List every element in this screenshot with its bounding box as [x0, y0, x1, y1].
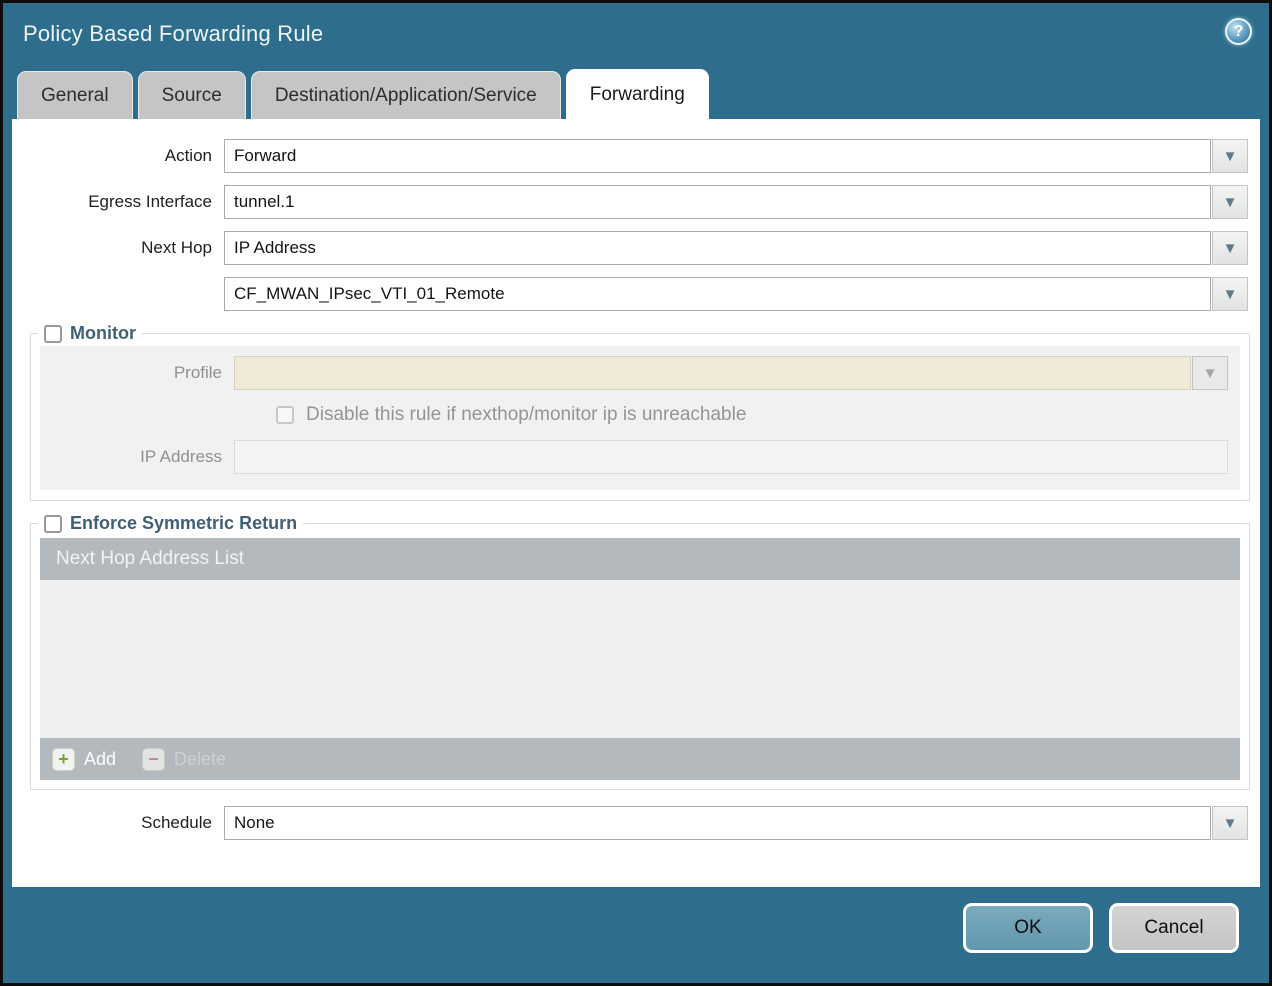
enforce-symmetric-return-legend: Enforce Symmetric Return — [38, 513, 303, 534]
disable-rule-checkbox — [276, 406, 294, 424]
egress-interface-select[interactable]: tunnel.1 — [224, 185, 1211, 219]
egress-interface-dropdown-button[interactable]: ▼ — [1212, 185, 1248, 219]
add-button-label: Add — [84, 749, 116, 770]
tab-destination-application-service[interactable]: Destination/Application/Service — [251, 71, 561, 119]
tab-forwarding[interactable]: Forwarding — [566, 69, 709, 119]
next-hop-address-select[interactable]: CF_MWAN_IPsec_VTI_01_Remote — [224, 277, 1211, 311]
chevron-down-icon: ▼ — [1223, 287, 1238, 302]
monitor-ip-address-input — [234, 440, 1228, 474]
egress-interface-row: Egress Interface tunnel.1 ▼ — [12, 185, 1248, 219]
monitor-panel: Profile ▼ Disable this rule if nexthop/m… — [40, 346, 1240, 490]
schedule-row: Schedule None ▼ — [12, 806, 1248, 840]
monitor-ip-address-label: IP Address — [40, 447, 234, 467]
monitor-legend: Monitor — [38, 323, 142, 344]
action-dropdown-button[interactable]: ▼ — [1212, 139, 1248, 173]
chevron-down-icon: ▼ — [1203, 366, 1218, 381]
chevron-down-icon: ▼ — [1223, 195, 1238, 210]
next-hop-address-list-body[interactable] — [40, 580, 1240, 738]
profile-dropdown-button: ▼ — [1192, 356, 1228, 390]
next-hop-row: Next Hop IP Address ▼ — [12, 231, 1248, 265]
next-hop-address-row: CF_MWAN_IPsec_VTI_01_Remote ▼ — [12, 277, 1248, 311]
next-hop-address-list-header-label: Next Hop Address List — [56, 548, 244, 570]
next-hop-address-dropdown-button[interactable]: ▼ — [1212, 277, 1248, 311]
next-hop-label: Next Hop — [12, 238, 224, 258]
next-hop-select[interactable]: IP Address — [224, 231, 1211, 265]
action-select[interactable]: Forward — [224, 139, 1211, 173]
schedule-label: Schedule — [12, 813, 224, 833]
chevron-down-icon: ▼ — [1223, 241, 1238, 256]
disable-rule-label: Disable this rule if nexthop/monitor ip … — [306, 404, 746, 426]
forwarding-tab-panel: Action Forward ▼ Egress Interface tunnel… — [12, 119, 1260, 887]
enforce-symmetric-return-checkbox[interactable] — [44, 515, 62, 533]
next-hop-address-list-table: Next Hop Address List + Add − Delete — [40, 538, 1240, 780]
delete-button: − Delete — [142, 748, 226, 771]
egress-interface-label: Egress Interface — [12, 192, 224, 212]
monitor-group: Monitor Profile ▼ Disable this rule if n… — [30, 323, 1250, 501]
schedule-select[interactable]: None — [224, 806, 1211, 840]
enforce-symmetric-return-group: Enforce Symmetric Return Next Hop Addres… — [30, 513, 1250, 790]
profile-select — [234, 356, 1191, 390]
monitor-checkbox[interactable] — [44, 325, 62, 343]
profile-row: Profile ▼ — [40, 356, 1228, 390]
ok-button[interactable]: OK — [963, 903, 1093, 953]
disable-rule-row: Disable this rule if nexthop/monitor ip … — [276, 404, 1240, 426]
tab-general[interactable]: General — [17, 71, 133, 119]
chevron-down-icon: ▼ — [1223, 816, 1238, 831]
dialog-footer: OK Cancel — [3, 887, 1269, 983]
add-icon: + — [52, 748, 75, 771]
dialog-titlebar: Policy Based Forwarding Rule ? — [3, 3, 1269, 69]
enforce-symmetric-return-legend-label: Enforce Symmetric Return — [70, 513, 297, 534]
chevron-down-icon: ▼ — [1223, 149, 1238, 164]
monitor-ip-address-row: IP Address — [40, 440, 1228, 474]
next-hop-address-list-toolbar: + Add − Delete — [40, 738, 1240, 780]
next-hop-address-list-header: Next Hop Address List — [40, 538, 1240, 580]
schedule-dropdown-button[interactable]: ▼ — [1212, 806, 1248, 840]
help-icon[interactable]: ? — [1225, 18, 1252, 45]
tab-source[interactable]: Source — [138, 71, 246, 119]
next-hop-dropdown-button[interactable]: ▼ — [1212, 231, 1248, 265]
monitor-legend-label: Monitor — [70, 323, 136, 344]
dialog-title: Policy Based Forwarding Rule — [23, 21, 323, 47]
cancel-button[interactable]: Cancel — [1109, 903, 1239, 953]
tab-bar: General Source Destination/Application/S… — [3, 69, 1269, 119]
add-button[interactable]: + Add — [52, 748, 116, 771]
action-label: Action — [12, 146, 224, 166]
profile-label: Profile — [40, 363, 234, 383]
action-row: Action Forward ▼ — [12, 139, 1248, 173]
delete-icon: − — [142, 748, 165, 771]
delete-button-label: Delete — [174, 749, 226, 770]
policy-based-forwarding-rule-dialog: Policy Based Forwarding Rule ? General S… — [0, 0, 1272, 986]
